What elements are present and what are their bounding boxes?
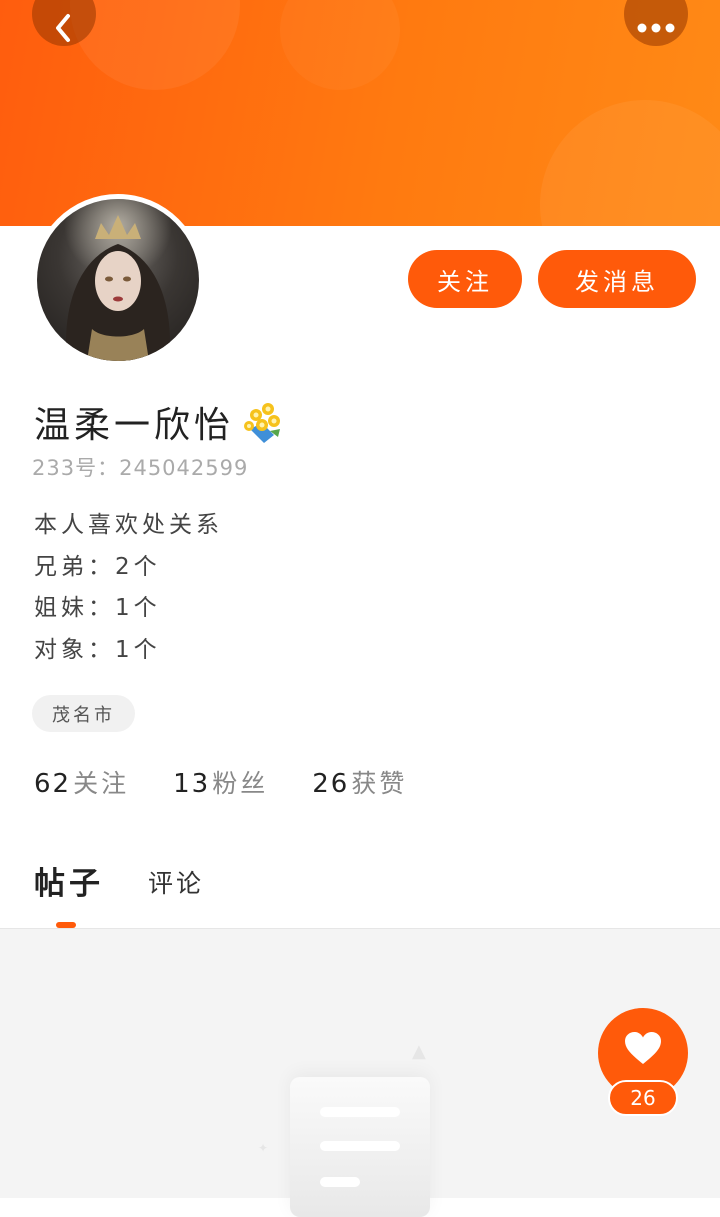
tab-comments-label: 评论 bbox=[148, 869, 205, 898]
profile-tabs: 帖子 评论 bbox=[34, 858, 248, 928]
bio-line: 姐妹：1个 bbox=[34, 595, 161, 621]
more-options-button[interactable] bbox=[624, 0, 688, 46]
tab-posts-label: 帖子 bbox=[34, 866, 104, 902]
follow-button[interactable]: 关注 bbox=[408, 250, 522, 308]
empty-state-document-icon bbox=[290, 1077, 430, 1217]
bouquet-icon bbox=[240, 399, 286, 445]
profile-stats: 62 关注 13 粉丝 26 获赞 bbox=[34, 764, 451, 804]
stat-label: 粉丝 bbox=[212, 769, 269, 798]
doc-line bbox=[320, 1177, 360, 1187]
doc-line bbox=[320, 1107, 400, 1117]
avatar[interactable] bbox=[32, 194, 204, 366]
more-dots-icon bbox=[637, 23, 675, 33]
stat-value: 26 bbox=[312, 769, 350, 799]
bio: 本人喜欢处关系 兄弟：2个 姐妹：1个 对象：1个 bbox=[34, 506, 223, 672]
doc-line bbox=[320, 1141, 400, 1151]
stat-label: 关注 bbox=[73, 769, 130, 798]
bio-line: 本人喜欢处关系 bbox=[34, 512, 223, 538]
nickname: 温柔一欣怡 bbox=[34, 405, 235, 446]
sparkle-icon: ▲ bbox=[412, 1041, 426, 1062]
tab-posts[interactable]: 帖子 bbox=[34, 858, 104, 928]
like-count: 26 bbox=[608, 1080, 678, 1116]
stat-following[interactable]: 62 关注 bbox=[34, 764, 129, 800]
profile-header-banner bbox=[0, 0, 720, 226]
banner-decoration bbox=[280, 0, 400, 90]
user-id: 233号：245042599 bbox=[32, 452, 248, 482]
user-id-label: 233号： bbox=[32, 456, 120, 480]
send-message-button[interactable]: 发消息 bbox=[538, 250, 696, 308]
location-tag: 茂名市 bbox=[32, 695, 135, 732]
stat-likes[interactable]: 26 获赞 bbox=[312, 764, 407, 800]
banner-decoration bbox=[540, 100, 720, 226]
heart-icon bbox=[625, 1032, 661, 1064]
chevron-left-icon bbox=[56, 14, 70, 42]
bio-line: 兄弟：2个 bbox=[34, 553, 161, 580]
sparkle-icon: ✦ bbox=[258, 1141, 269, 1155]
stat-label: 获赞 bbox=[351, 769, 408, 798]
nickname-row: 温柔一欣怡 bbox=[34, 396, 286, 448]
stat-followers[interactable]: 13 粉丝 bbox=[173, 764, 268, 800]
bio-line: 对象：1个 bbox=[34, 636, 161, 663]
tab-comments[interactable]: 评论 bbox=[148, 864, 204, 903]
stat-value: 62 bbox=[34, 769, 72, 799]
stat-value: 13 bbox=[173, 769, 211, 799]
user-id-value[interactable]: 245042599 bbox=[119, 456, 248, 480]
avatar-image bbox=[37, 199, 199, 361]
